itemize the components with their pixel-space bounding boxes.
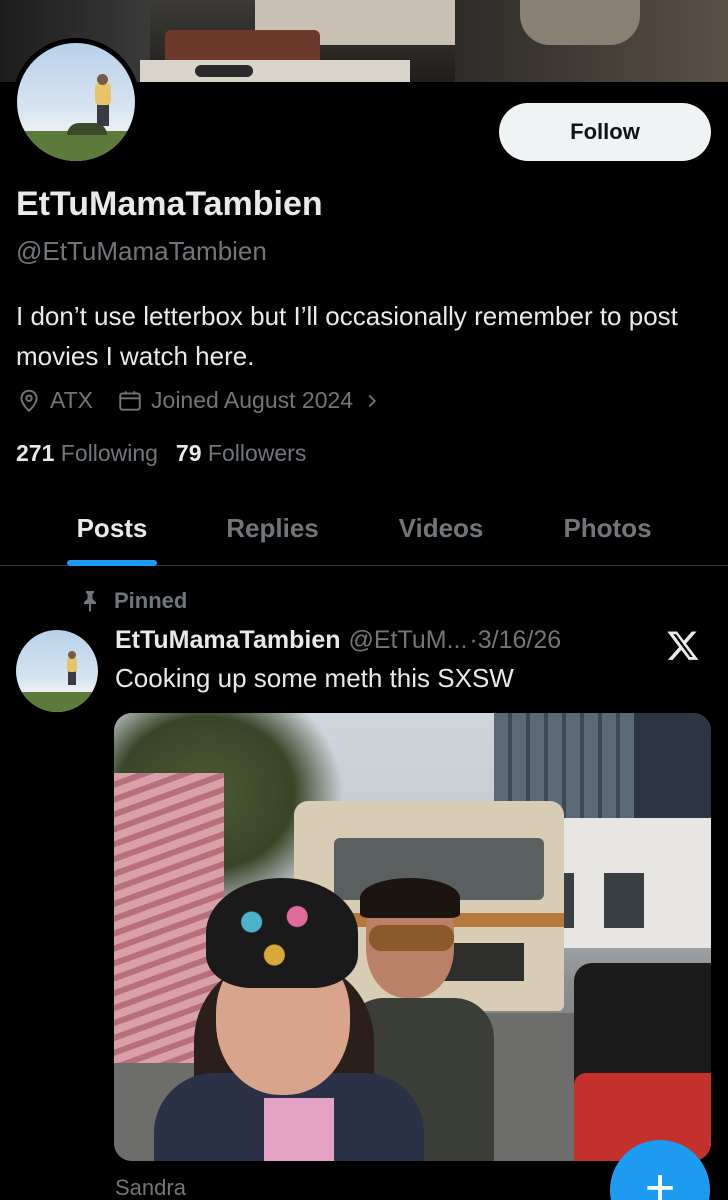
post-header: EtTuMamaTambien @EtTuM... · 3/16/26 — [115, 626, 561, 655]
profile-avatar[interactable] — [12, 38, 140, 166]
post-separator: · — [469, 626, 478, 654]
followers-link[interactable]: 79 Followers — [176, 440, 306, 467]
photo-caption: Sandra — [115, 1175, 186, 1200]
profile-location: ATX — [16, 387, 93, 414]
profile-handle: @EtTuMamaTambien — [16, 236, 267, 266]
followers-label: Followers — [207, 440, 307, 466]
profile-page: Follow EtTuMamaTambien @EtTuMamaTambien … — [0, 0, 728, 1200]
following-link[interactable]: 271 Following — [16, 440, 158, 467]
plus-icon: + — [644, 1159, 676, 1200]
location-pin-icon — [20, 389, 38, 412]
profile-display-name: EtTuMamaTambien — [16, 185, 323, 223]
pinned-label: Pinned — [80, 588, 187, 614]
tab-videos[interactable]: Videos — [380, 490, 502, 566]
active-tab-indicator — [67, 560, 157, 566]
post-text: Cooking up some meth this SXSW — [115, 663, 514, 693]
profile-joined[interactable]: Joined August 2024 — [117, 387, 383, 414]
profile-meta: ATX Joined August 2024 — [16, 387, 383, 414]
follow-button[interactable]: Follow — [499, 103, 711, 161]
pinned-text: Pinned — [114, 588, 188, 613]
calendar-icon — [119, 390, 141, 411]
joined-text: Joined August 2024 — [151, 387, 354, 413]
follow-stats: 271 Following 79 Followers — [16, 440, 306, 467]
pin-icon — [84, 591, 96, 612]
post-author-handle[interactable]: @EtTuM... — [349, 626, 468, 655]
following-count: 271 — [16, 440, 55, 466]
post-photo[interactable] — [114, 713, 711, 1161]
tab-posts[interactable]: Posts — [52, 490, 172, 566]
followers-count: 79 — [175, 440, 202, 466]
tab-replies[interactable]: Replies — [210, 490, 335, 566]
following-label: Following — [60, 440, 158, 466]
post-author-avatar[interactable] — [16, 630, 98, 712]
location-text: ATX — [50, 387, 94, 413]
chevron-right-icon — [368, 394, 377, 407]
tab-photos[interactable]: Photos — [545, 490, 670, 566]
post-date[interactable]: 3/16/26 — [478, 626, 561, 655]
x-logo-icon[interactable] — [660, 622, 706, 668]
profile-bio: I don’t use letterbox but I’ll occasiona… — [16, 301, 678, 371]
post-author-name[interactable]: EtTuMamaTambien — [115, 626, 341, 655]
profile-tabs: Posts Replies Videos Photos — [0, 490, 728, 566]
